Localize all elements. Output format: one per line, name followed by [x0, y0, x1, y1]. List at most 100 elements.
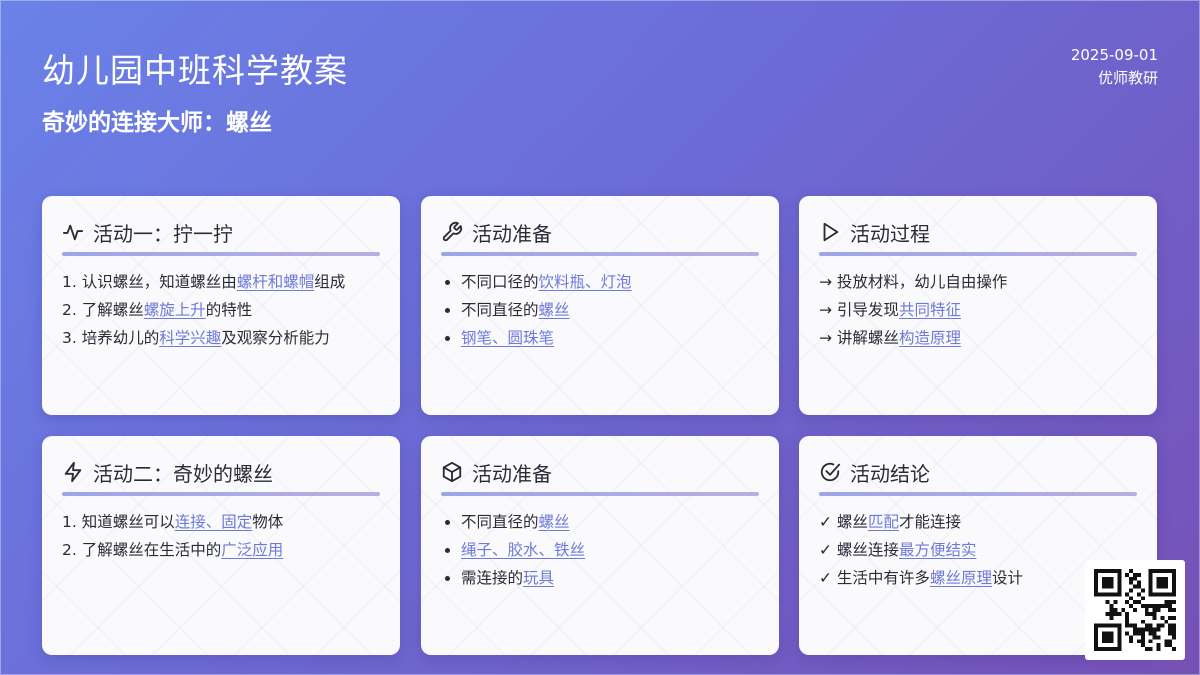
list-item: 3. 培养幼儿的科学兴趣及观察分析能力 — [62, 324, 380, 352]
list-item: 不同直径的螺丝 — [441, 296, 759, 324]
list-item: ✓ 螺丝匹配才能连接 — [819, 508, 1137, 536]
item-text: 讲解螺丝 — [836, 329, 899, 347]
activity-pulse-icon — [62, 224, 84, 241]
card-activity-one: 活动一：拧一拧 1. 认识螺丝，知道螺丝由螺杆和螺帽组成 2. 了解螺丝螺旋上升… — [42, 196, 400, 415]
card-header: 活动结论 — [819, 456, 1137, 488]
item-text: 不同口径的 — [461, 273, 539, 291]
item-text-after: 的特性 — [205, 301, 253, 319]
card-activity-two: 活动二：奇妙的螺丝 1. 知道螺丝可以连接、固定物体 2. 了解螺丝在生活中的广… — [42, 436, 400, 655]
lightning-icon — [64, 461, 82, 483]
item-marker: → — [819, 273, 837, 291]
item-highlight-link[interactable]: 连接、固定 — [175, 513, 253, 531]
item-text-after: 及观察分析能力 — [221, 329, 330, 347]
card-divider — [441, 492, 759, 496]
card-title: 活动一：拧一拧 — [93, 221, 233, 246]
item-marker: ✓ — [819, 569, 837, 587]
item-text: 了解螺丝 — [81, 301, 144, 319]
qr-code[interactable] — [1085, 560, 1185, 660]
list-item: 2. 了解螺丝在生活中的广泛应用 — [62, 536, 380, 564]
card-divider — [819, 252, 1137, 256]
card-title: 活动准备 — [472, 221, 552, 246]
item-text-after: 物体 — [252, 513, 284, 531]
item-highlight-link[interactable]: 广泛应用 — [221, 541, 283, 559]
item-highlight-link[interactable]: 玩具 — [523, 569, 554, 587]
item-text: 培养幼儿的 — [81, 329, 160, 347]
item-highlight-link[interactable]: 绳子、胶水、铁丝 — [461, 541, 585, 559]
item-highlight-link[interactable]: 钢笔、圆珠笔 — [461, 329, 554, 347]
item-text: 需连接的 — [461, 569, 524, 587]
list-item: 不同口径的饮料瓶、灯泡 — [441, 268, 759, 296]
item-text-after: 组成 — [314, 273, 346, 291]
item-marker: 1. — [62, 273, 82, 291]
item-marker: 2. — [62, 301, 82, 319]
page-subtitle: 奇妙的连接大师：螺丝 — [42, 110, 272, 136]
item-highlight-link[interactable]: 螺旋上升 — [144, 301, 206, 319]
author-label: 优师教研 — [1097, 69, 1158, 87]
item-text-after: 才能连接 — [898, 513, 961, 531]
card-list: 1. 认识螺丝，知道螺丝由螺杆和螺帽组成 2. 了解螺丝螺旋上升的特性 3. 培… — [62, 268, 380, 352]
card-preparation-two: 活动准备 不同直径的螺丝 绳子、胶水、铁丝 需连接的玩具 — [421, 436, 779, 655]
list-item: 2. 了解螺丝螺旋上升的特性 — [62, 296, 380, 324]
header-meta: 2025-09-01 优师教研 — [1071, 44, 1158, 90]
qr-code-icon — [1094, 569, 1176, 651]
card-header: 活动准备 — [441, 216, 759, 248]
date-label: 2025-09-01 — [1070, 46, 1158, 64]
card-preparation-one: 活动准备 不同口径的饮料瓶、灯泡 不同直径的螺丝 钢笔、圆珠笔 — [421, 196, 779, 415]
item-marker: ✓ — [819, 513, 837, 531]
item-highlight-link[interactable]: 螺丝原理 — [930, 569, 992, 587]
item-text: 引导发现 — [836, 301, 899, 319]
item-highlight-link[interactable]: 构造原理 — [899, 329, 961, 347]
card-header: 活动二：奇妙的螺丝 — [62, 456, 380, 488]
item-text: 螺丝连接 — [836, 541, 899, 559]
card-header: 活动过程 — [819, 216, 1137, 248]
item-highlight-link[interactable]: 螺杆和螺帽 — [237, 273, 315, 291]
item-highlight-link[interactable]: 螺丝 — [539, 513, 570, 531]
play-icon — [823, 222, 839, 242]
item-marker: ✓ — [819, 541, 837, 559]
card-header: 活动准备 — [441, 456, 759, 488]
list-item: 1. 知道螺丝可以连接、固定物体 — [62, 508, 380, 536]
item-text: 不同直径的 — [461, 301, 539, 319]
card-title: 活动准备 — [472, 461, 552, 486]
item-highlight-link[interactable]: 螺丝 — [539, 301, 570, 319]
item-text: 生活中有许多 — [836, 569, 930, 587]
card-process: 活动过程 → 投放材料，幼儿自由操作 → 引导发现共同特征 → 讲解螺丝构造原理 — [799, 196, 1157, 415]
item-text: 螺丝 — [836, 513, 868, 531]
item-marker: 1. — [62, 513, 82, 531]
list-item: → 投放材料，幼儿自由操作 — [819, 268, 1137, 296]
item-highlight-link[interactable]: 最方便结实 — [899, 541, 977, 559]
item-marker: → — [819, 301, 837, 319]
item-highlight-link[interactable]: 科学兴趣 — [159, 329, 221, 347]
list-item: → 讲解螺丝构造原理 — [819, 324, 1137, 352]
item-marker: → — [819, 329, 837, 347]
page-title: 幼儿园中班科学教案 — [42, 51, 348, 90]
list-item: 1. 认识螺丝，知道螺丝由螺杆和螺帽组成 — [62, 268, 380, 296]
card-divider — [62, 492, 380, 496]
card-divider — [62, 252, 380, 256]
item-highlight-link[interactable]: 饮料瓶、灯泡 — [539, 273, 632, 291]
card-divider — [441, 252, 759, 256]
list-item: 绳子、胶水、铁丝 — [441, 536, 759, 564]
item-text: 投放材料，幼儿自由操作 — [836, 273, 1008, 291]
list-item: 不同直径的螺丝 — [441, 508, 759, 536]
list-item: 钢笔、圆珠笔 — [441, 324, 759, 352]
item-highlight-link[interactable]: 共同特征 — [899, 301, 961, 319]
card-list: 不同直径的螺丝 绳子、胶水、铁丝 需连接的玩具 — [441, 508, 759, 592]
list-item: → 引导发现共同特征 — [819, 296, 1137, 324]
item-marker: 3. — [62, 329, 82, 347]
item-marker: 2. — [62, 541, 82, 559]
box-icon — [442, 461, 462, 483]
card-list: 1. 知道螺丝可以连接、固定物体 2. 了解螺丝在生活中的广泛应用 — [62, 508, 380, 564]
card-title: 活动过程 — [850, 221, 930, 246]
check-circle-icon — [820, 462, 841, 482]
item-highlight-link[interactable]: 匹配 — [868, 513, 899, 531]
wrench-icon — [442, 221, 463, 242]
card-list: 不同口径的饮料瓶、灯泡 不同直径的螺丝 钢笔、圆珠笔 — [441, 268, 759, 352]
item-text-after: 设计 — [991, 569, 1023, 587]
list-item: 需连接的玩具 — [441, 564, 759, 592]
item-text: 认识螺丝，知道螺丝由 — [81, 273, 237, 291]
item-text: 不同直径的 — [461, 513, 539, 531]
item-text: 了解螺丝在生活中的 — [81, 541, 222, 559]
card-header: 活动一：拧一拧 — [62, 216, 380, 248]
card-title: 活动二：奇妙的螺丝 — [93, 461, 273, 486]
